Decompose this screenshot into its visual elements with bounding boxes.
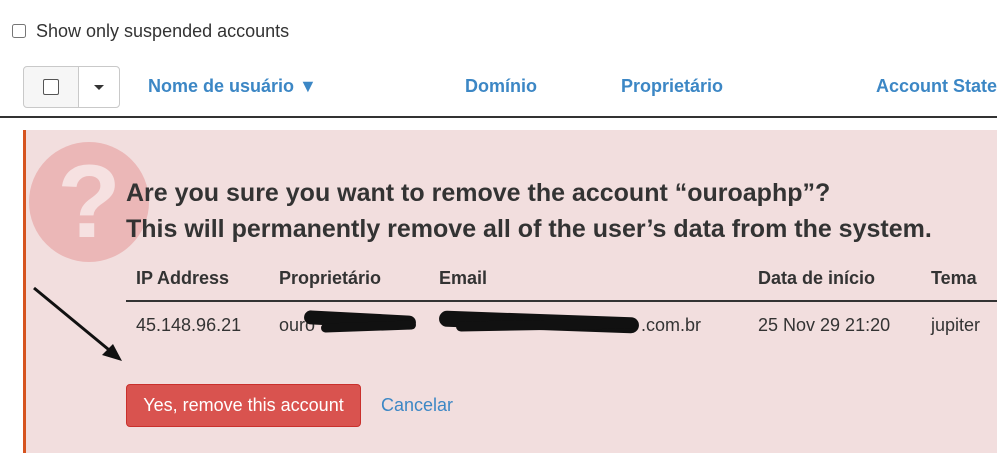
select-all-control[interactable] [23, 66, 120, 108]
remove-account-confirmation: ? Are you sure you want to remove the ac… [23, 130, 997, 453]
accounts-table-header: Nome de usuário ▼ Domínio Proprietário A… [0, 64, 997, 118]
column-header-start-date: Data de início [758, 268, 876, 288]
account-details-table: IP Address Proprietário Email Data de in… [126, 260, 997, 352]
table-row: 45.148.96.21 ouro .com.br 25 Nov 29 21:2… [126, 302, 997, 352]
remove-account-button[interactable]: Yes, remove this account [126, 384, 361, 427]
show-suspended-filter[interactable]: Show only suspended accounts [12, 20, 289, 42]
show-suspended-label: Show only suspended accounts [36, 20, 290, 41]
select-options-dropdown[interactable] [79, 67, 119, 107]
column-header-domain[interactable]: Domínio [465, 76, 537, 97]
show-suspended-checkbox[interactable] [12, 24, 26, 38]
caret-down-icon [94, 84, 104, 90]
cancel-link[interactable]: Cancelar [381, 395, 453, 416]
confirmation-question: Are you sure you want to remove the acco… [126, 179, 831, 207]
confirmation-title: Are you sure you want to remove the acco… [126, 175, 932, 247]
details-table-header: IP Address Proprietário Email Data de in… [126, 260, 997, 302]
redaction-mark [320, 320, 417, 333]
column-header-account-state[interactable]: Account State [876, 76, 997, 97]
column-header-theme: Tema [931, 268, 977, 288]
confirmation-warning: This will permanently remove all of the … [126, 215, 932, 243]
column-header-email: Email [439, 268, 488, 288]
column-header-username[interactable]: Nome de usuário ▼ [148, 76, 317, 97]
ip-address-value: 45.148.96.21 [136, 315, 242, 335]
column-header-owner[interactable]: Proprietário [621, 76, 723, 97]
email-value: .com.br [641, 315, 702, 335]
theme-value: jupiter [931, 315, 981, 335]
column-header-ip: IP Address [136, 268, 230, 288]
column-header-owner: Proprietário [279, 268, 382, 288]
select-all-checkbox[interactable] [24, 67, 79, 107]
annotation-arrow-icon [33, 286, 122, 361]
start-date-value: 25 Nov 29 21:20 [758, 315, 891, 335]
